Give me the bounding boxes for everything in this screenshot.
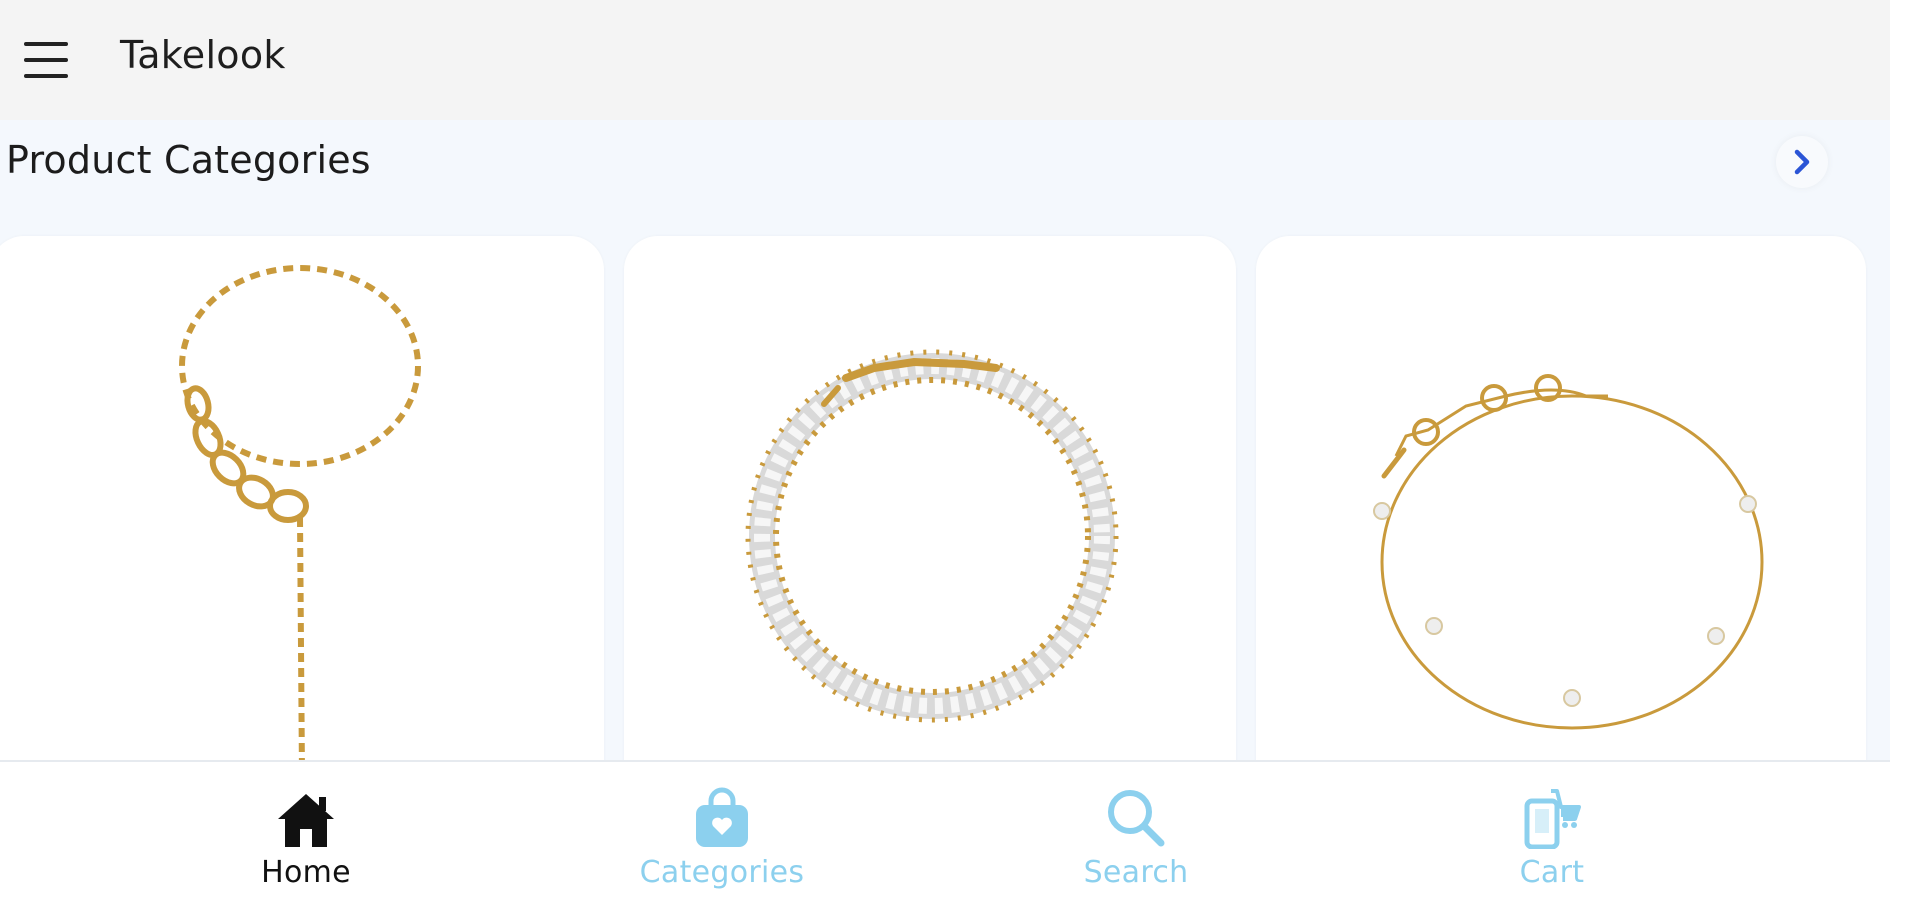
see-all-button[interactable]	[1776, 136, 1828, 188]
search-icon	[1108, 790, 1165, 847]
station-chain-bracelet-image	[1373, 374, 1764, 730]
hamburger-menu-icon	[24, 42, 68, 78]
nav-item-cart[interactable]: Cart	[1442, 780, 1662, 890]
nav-item-search[interactable]: Search	[1026, 780, 1246, 890]
screen-edge	[1890, 0, 1912, 900]
nav-label-categories: Categories	[639, 855, 805, 890]
cart-icon	[1524, 789, 1581, 849]
pearl-beaded-bracelet-image	[745, 349, 1119, 723]
app-bar: Takelook	[0, 0, 1890, 120]
menu-button[interactable]	[18, 36, 74, 84]
lariat-chain-bracelet-image	[179, 265, 421, 796]
bottom-navigation: Home Categories Search Cart	[0, 760, 1890, 900]
nav-label-home: Home	[261, 855, 351, 890]
category-card-lariat-chain[interactable]	[0, 236, 604, 796]
section-title: Product Categories	[6, 138, 371, 182]
nav-label-cart: Cart	[1519, 855, 1585, 890]
app-screen: Takelook Product Categories Home Categor…	[0, 0, 1890, 900]
nav-label-search: Search	[1083, 855, 1189, 890]
app-title: Takelook	[120, 33, 286, 77]
shopping-bag-icon	[696, 787, 748, 847]
home-icon	[278, 794, 334, 847]
nav-item-home[interactable]: Home	[196, 780, 416, 890]
category-card-station-chain[interactable]	[1256, 236, 1866, 796]
nav-item-categories[interactable]: Categories	[612, 780, 832, 890]
chevron-right-icon	[1794, 149, 1810, 175]
category-card-pearl-bracelet[interactable]	[624, 236, 1236, 796]
